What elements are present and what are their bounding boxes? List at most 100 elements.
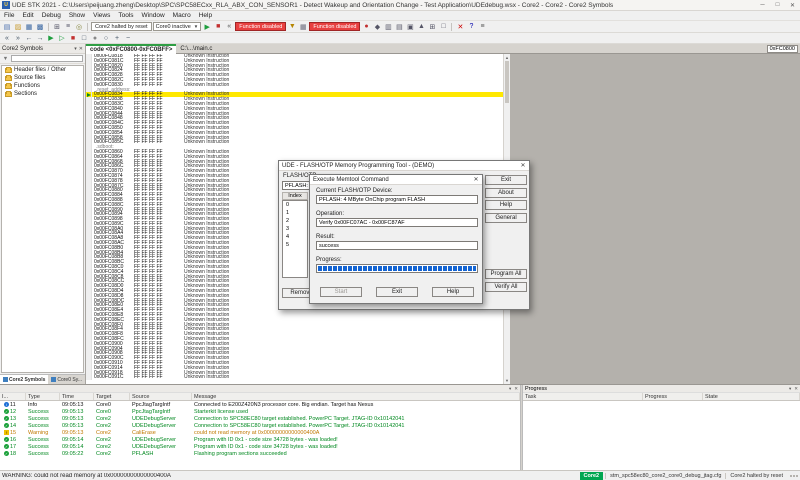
- close-panel-icon[interactable]: ✕: [79, 46, 83, 52]
- help-button[interactable]: Help: [485, 200, 527, 210]
- code-gutter[interactable]: [86, 375, 92, 380]
- menu-item-macro[interactable]: Macro: [169, 12, 195, 19]
- log-row-16[interactable]: ✓16Success09:05:14Core2UDEDebugServerPro…: [0, 436, 520, 443]
- workspace-icon[interactable]: ⊞: [52, 22, 62, 32]
- console-icon[interactable]: □: [438, 22, 448, 32]
- scrollbar-thumb[interactable]: [505, 61, 509, 103]
- progress-close-icon[interactable]: ✕: [794, 386, 798, 392]
- core-select-combo[interactable]: Core0 inactive▼: [153, 22, 202, 31]
- menu-item-window[interactable]: Window: [138, 12, 169, 19]
- peripherals-icon[interactable]: ⊞: [427, 22, 437, 32]
- log-close-icon[interactable]: ✕: [514, 386, 518, 392]
- function-disabled-button-1[interactable]: Function disabled: [235, 22, 286, 31]
- stop-icon[interactable]: ■: [213, 22, 223, 32]
- log-row-12[interactable]: ✓12Success09:05:13Core0PpcJtagTargIntfSt…: [0, 408, 520, 415]
- tree-item-source-files[interactable]: Source files: [2, 74, 83, 82]
- help-button[interactable]: Help: [432, 287, 474, 297]
- menu-item-help[interactable]: Help: [195, 12, 216, 19]
- menu-item-debug[interactable]: Debug: [38, 12, 65, 19]
- program-all-button[interactable]: Program All: [485, 269, 527, 279]
- close-icon[interactable]: ✕: [517, 161, 529, 171]
- target-icon[interactable]: ◎: [74, 22, 84, 32]
- function-disabled-button-2[interactable]: Function disabled: [309, 22, 360, 31]
- log-row-11[interactable]: i11Info09:05:13Core0PpcJtagTargIntfConne…: [0, 401, 520, 408]
- log-row-15[interactable]: !15Warning09:05:13Core2CaliErasecould no…: [0, 429, 520, 436]
- filter-icon[interactable]: ▼: [2, 55, 9, 62]
- verify-all-button[interactable]: Verify All: [485, 282, 527, 292]
- tree-item-sections[interactable]: Sections: [2, 90, 83, 98]
- log-row-18[interactable]: ✓18Success09:05:22Core2PFLASHFlashing pr…: [0, 450, 520, 457]
- toolbar-main: ▤▨▦▩ ⊞≡◎ Core2 halted by reset Core0 ina…: [0, 21, 800, 33]
- variables-icon[interactable]: ▣: [405, 22, 415, 32]
- menu-item-tools[interactable]: Tools: [114, 12, 137, 19]
- log-row-13[interactable]: ✓13Success09:05:13Core2UDEDebugServerCon…: [0, 415, 520, 422]
- halt-icon[interactable]: ■: [68, 33, 78, 43]
- log-menu-icon[interactable]: ▾: [509, 386, 511, 392]
- close-tool-icon[interactable]: ✕: [455, 22, 465, 32]
- add-icon[interactable]: +: [112, 33, 122, 43]
- index-item-5[interactable]: 5: [283, 241, 307, 249]
- back-icon[interactable]: «: [2, 33, 12, 43]
- breakpoint-icon[interactable]: ●: [361, 22, 371, 32]
- pin-icon[interactable]: ▾: [74, 46, 77, 52]
- menu-item-edit[interactable]: Edit: [18, 12, 37, 19]
- index-item-4[interactable]: 4: [283, 233, 307, 241]
- disassembly-icon[interactable]: ▤: [394, 22, 404, 32]
- symbols-icon[interactable]: ≡: [63, 22, 73, 32]
- operation-value-field[interactable]: Verify 0x00FC07AC - 0x00FC87AF: [316, 218, 478, 227]
- log-row-14[interactable]: ✓14Success09:05:13Core2UDEDebugServerCon…: [0, 422, 520, 429]
- registers-icon[interactable]: ▥: [383, 22, 393, 32]
- save-all-icon[interactable]: ▩: [35, 22, 45, 32]
- list-tool-icon[interactable]: ≡: [477, 22, 487, 32]
- open-folder-icon[interactable]: ▨: [13, 22, 23, 32]
- maximize-icon[interactable]: □: [770, 0, 785, 11]
- index-item-3[interactable]: 3: [283, 225, 307, 233]
- save-icon[interactable]: ▦: [24, 22, 34, 32]
- symbols-tab-0[interactable]: Core2 Symbols: [0, 375, 48, 384]
- frame-icon[interactable]: □: [79, 33, 89, 43]
- general-button[interactable]: General: [485, 213, 527, 223]
- address-input[interactable]: 0xFC0800: [767, 45, 798, 53]
- device-value-field[interactable]: PFLASH: 4 MByte OnChip program FLASH: [316, 195, 478, 204]
- new-file-icon[interactable]: ▤: [2, 22, 12, 32]
- index-item-1[interactable]: 1: [283, 209, 307, 217]
- remove-icon[interactable]: −: [123, 33, 133, 43]
- left-icon[interactable]: ←: [24, 33, 34, 43]
- symbols-tab-1[interactable]: Core0 Sy...: [48, 375, 85, 384]
- code-row[interactable]: 0x00FC091CFF FF FF FFUnknown Instruction: [86, 375, 503, 380]
- run-icon[interactable]: ▶: [202, 22, 212, 32]
- result-value-field[interactable]: success: [316, 241, 478, 250]
- close-icon[interactable]: ✕: [470, 175, 482, 185]
- trace-icon[interactable]: ▲: [416, 22, 426, 32]
- watch-icon[interactable]: ◆: [372, 22, 382, 32]
- menu-item-views[interactable]: Views: [89, 12, 114, 19]
- index-item-2[interactable]: 2: [283, 217, 307, 225]
- app-icon: U: [2, 1, 10, 9]
- circle-icon[interactable]: ○: [101, 33, 111, 43]
- exit-button[interactable]: Exit: [485, 175, 527, 185]
- forward-icon[interactable]: »: [13, 33, 23, 43]
- record-icon[interactable]: ●: [90, 33, 100, 43]
- tab-code-window[interactable]: code <0xFC0800-0xFC0BFF>: [86, 44, 176, 54]
- right-icon[interactable]: →: [35, 33, 45, 43]
- help-tool-icon[interactable]: ?: [466, 22, 476, 32]
- step-into-icon[interactable]: ▶: [46, 33, 56, 43]
- about-button[interactable]: About: [485, 188, 527, 198]
- menu-item-file[interactable]: File: [0, 12, 18, 19]
- tree-item-functions[interactable]: Functions: [2, 82, 83, 90]
- reset-icon[interactable]: «: [224, 22, 234, 32]
- exit-button[interactable]: Exit: [376, 287, 418, 297]
- symbols-filter-input[interactable]: [11, 55, 83, 62]
- resize-grip[interactable]: [790, 475, 798, 477]
- tree-item-header-files-other[interactable]: Header files / Other: [2, 66, 83, 74]
- progress-menu-icon[interactable]: ▾: [789, 386, 791, 392]
- minimize-icon[interactable]: ─: [755, 0, 770, 11]
- log-row-17[interactable]: ✓17Success09:05:14Core2UDEDebugServerPro…: [0, 443, 520, 450]
- menu-item-show[interactable]: Show: [65, 12, 89, 19]
- step-over-icon[interactable]: ▷: [57, 33, 67, 43]
- memory-icon[interactable]: ▦: [298, 22, 308, 32]
- flash-program-icon[interactable]: ▼: [287, 22, 297, 32]
- index-item-0[interactable]: 0: [283, 201, 307, 209]
- close-icon[interactable]: ✕: [785, 0, 800, 11]
- tab-main-c[interactable]: C:\...\main.c: [176, 44, 216, 54]
